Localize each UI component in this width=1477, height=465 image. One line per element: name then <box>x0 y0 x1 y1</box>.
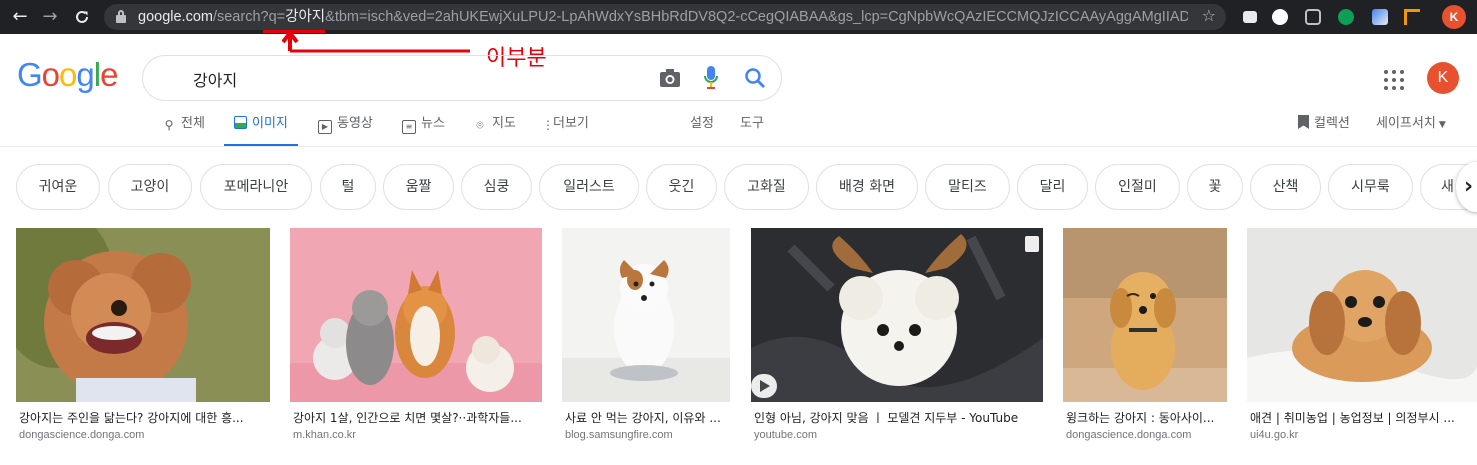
tab-label: 동영상 <box>337 116 373 131</box>
result-thumbnail[interactable] <box>1247 228 1477 402</box>
tab-news[interactable]: ≡ 뉴스 <box>402 113 445 147</box>
apps-grid-icon[interactable] <box>1384 70 1404 90</box>
chip[interactable]: 산책 <box>1250 164 1321 210</box>
lock-icon <box>116 10 126 23</box>
pen-icon[interactable] <box>1372 9 1388 25</box>
search-box[interactable]: 강아지 <box>142 55 782 101</box>
bookmark-icon <box>1298 115 1309 129</box>
result-caption[interactable]: 애견 | 취미농업 | 농업정보 | 의정부시 ... <box>1250 409 1476 426</box>
browser-toolbar: ← → google.com/search?q=강아지&tbm=isch&ved… <box>0 0 1477 34</box>
camera-icon[interactable] <box>660 69 680 87</box>
extension-icon-2[interactable] <box>1272 9 1288 25</box>
result-source: youtube.com <box>754 429 817 441</box>
forward-arrow-icon[interactable]: → <box>38 5 62 29</box>
extension-icon-1[interactable] <box>1243 11 1257 23</box>
search-input[interactable]: 강아지 <box>193 67 237 91</box>
logo-letter: G <box>17 56 43 93</box>
result-thumbnail[interactable] <box>1063 228 1227 402</box>
result-source: ui4u.go.kr <box>1250 429 1299 441</box>
result-source: dongascience.donga.com <box>19 429 145 441</box>
browser-profile-avatar[interactable]: K <box>1442 5 1466 29</box>
chip[interactable]: 털 <box>320 164 376 210</box>
result-source: m.khan.co.kr <box>293 429 356 441</box>
reload-icon[interactable] <box>70 5 94 29</box>
chip[interactable]: 움짤 <box>383 164 454 210</box>
result-caption[interactable]: 사료 안 먹는 강아지, 이유와 ... <box>565 409 730 426</box>
news-icon: ≡ <box>402 120 416 134</box>
tab-more[interactable]: ⋮더보기 <box>542 113 589 147</box>
grammarly-icon[interactable] <box>1338 9 1354 25</box>
pocket-icon[interactable] <box>1305 9 1321 25</box>
chip[interactable]: 귀여운 <box>16 164 100 210</box>
video-icon: ▶ <box>318 120 332 134</box>
extension-icon-6[interactable] <box>1404 9 1420 25</box>
chip[interactable]: 고화질 <box>724 164 809 210</box>
chip[interactable]: 포메라니안 <box>200 164 312 210</box>
tab-label: 더보기 <box>553 116 589 131</box>
url-text[interactable]: google.com/search?q=강아지&tbm=isch&ved=2ah… <box>138 8 1188 26</box>
result-thumbnail[interactable] <box>16 228 270 402</box>
logo-letter: o <box>59 56 77 93</box>
tab-maps[interactable]: ⌾ 지도 <box>473 113 516 147</box>
logo-letter: e <box>100 56 118 93</box>
chip[interactable]: 웃긴 <box>646 164 717 210</box>
chip[interactable]: 배경 화면 <box>816 164 918 210</box>
tab-settings[interactable]: 설정 <box>690 113 714 147</box>
chip[interactable]: 인절미 <box>1095 164 1180 210</box>
header-divider <box>0 146 1477 147</box>
result-caption[interactable]: 인형 아님, 강아지 맞음 ㅣ 모델견 지두부 - YouTube <box>754 409 1044 426</box>
chip[interactable]: 고양이 <box>108 164 192 210</box>
result-source: dongascience.donga.com <box>1066 429 1192 441</box>
tab-label: 이미지 <box>252 116 288 131</box>
star-icon[interactable]: ☆ <box>1202 6 1216 25</box>
result-caption[interactable]: 강아지는 주인을 닮는다? 강아지에 대한 흥... <box>19 409 269 426</box>
safesearch-dropdown[interactable]: 세이프서치 ▼ <box>1376 113 1446 147</box>
tab-videos[interactable]: ▶ 동영상 <box>318 113 373 147</box>
back-arrow-icon[interactable]: ← <box>8 5 32 29</box>
result-thumbnail[interactable] <box>290 228 542 402</box>
microphone-icon[interactable] <box>704 66 718 90</box>
collections-link[interactable]: 컬렉션 <box>1298 113 1350 147</box>
tab-label: 뉴스 <box>421 116 445 131</box>
chip[interactable]: 꽃 <box>1187 164 1243 210</box>
dropdown-arrow-icon: ▼ <box>1438 120 1446 130</box>
result-caption[interactable]: 윙크하는 강아지 : 동아사이... <box>1066 409 1228 426</box>
search-icon: ⚲ <box>164 118 174 132</box>
tab-all[interactable]: ⚲ 전체 <box>162 113 205 147</box>
result-caption[interactable]: 강아지 1살, 인간으로 치면 몇살?··과학자들... <box>293 409 543 426</box>
logo-letter: o <box>41 56 60 93</box>
address-bar[interactable]: google.com/search?q=강아지&tbm=isch&ved=2ah… <box>104 4 1226 30</box>
collections-label: 컬렉션 <box>1314 116 1350 131</box>
tab-label: 전체 <box>181 116 205 131</box>
google-logo[interactable]: Google <box>17 56 118 94</box>
tab-images[interactable]: 이미지 <box>224 113 298 147</box>
chip[interactable]: 말티즈 <box>925 164 1010 210</box>
chip[interactable]: 심쿵 <box>461 164 532 210</box>
safesearch-label: 세이프서치 <box>1376 116 1436 131</box>
chip[interactable]: 일러스트 <box>539 164 639 210</box>
search-icon[interactable] <box>744 67 766 89</box>
result-thumbnail[interactable] <box>562 228 730 402</box>
chip[interactable]: 시무룩 <box>1328 164 1413 210</box>
chip[interactable]: 달리 <box>1017 164 1088 210</box>
account-avatar[interactable]: K <box>1427 62 1459 94</box>
map-pin-icon: ⌾ <box>476 118 484 132</box>
result-source: blog.samsungfire.com <box>565 429 673 441</box>
result-thumbnail[interactable] <box>751 228 1043 402</box>
logo-letter: g <box>76 56 94 93</box>
tab-label: 지도 <box>492 116 516 131</box>
more-vert-icon: ⋮ <box>542 118 554 132</box>
image-icon <box>234 116 247 129</box>
tab-tools[interactable]: 도구 <box>740 113 764 147</box>
